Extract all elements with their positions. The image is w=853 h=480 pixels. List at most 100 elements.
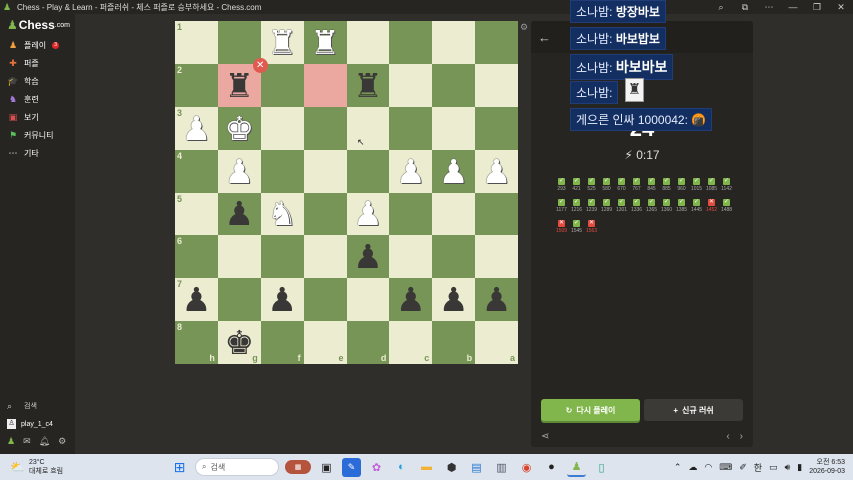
puzzle-result[interactable]: ✓ 1142 [719, 178, 734, 195]
white-pawn-icon[interactable]: ♟ [225, 155, 255, 188]
board-square[interactable]: ♟ [432, 149, 476, 193]
app-blue-icon[interactable]: ✎ [342, 457, 361, 477]
board-square[interactable]: ♟ [217, 149, 261, 193]
chevron-left-icon[interactable]: ‹ [726, 431, 729, 442]
board-square[interactable]: f [260, 321, 304, 364]
wifi-icon[interactable]: ◠ [704, 462, 712, 473]
puzzle-result[interactable]: ✓ 1336 [629, 199, 644, 216]
board-square[interactable] [475, 106, 518, 150]
board-square[interactable] [475, 235, 518, 279]
board-square[interactable]: ♟ [389, 278, 433, 322]
board-square[interactable]: ♞ [260, 192, 304, 236]
app-gray-icon[interactable]: ▥ [492, 458, 511, 477]
puzzle-result[interactable]: ✓ 1177 [554, 199, 569, 216]
board-square[interactable] [303, 149, 347, 193]
black-pawn-icon[interactable]: ♟ [482, 283, 512, 316]
white-pawn-icon[interactable]: ♟ [396, 155, 426, 188]
pawn-icon[interactable]: ♟ [7, 436, 15, 447]
white-rook-icon[interactable]: ♜ [267, 26, 297, 59]
board-settings-gear-icon[interactable]: ⚙ [520, 22, 528, 33]
new-rush-button[interactable]: + 신규 러쉬 [644, 399, 743, 421]
sidebar-user[interactable]: ♙ play_1_c4 [0, 416, 75, 432]
board-square[interactable] [217, 21, 261, 64]
app-dark-icon[interactable]: ⬢ [442, 458, 461, 477]
puzzle-result[interactable]: ✓ 1015 [689, 178, 704, 195]
black-rook-icon[interactable]: ♜ [353, 69, 383, 102]
puzzle-result[interactable]: ✓ 1216 [569, 199, 584, 216]
sidebar-item-community[interactable]: ⚑ 커뮤니티 [0, 126, 75, 144]
battery-icon[interactable]: ▮ [797, 462, 802, 473]
ime-indicator[interactable]: 한 [754, 461, 762, 474]
board-square[interactable]: 7 ♟ [175, 278, 218, 322]
maximize-button[interactable]: ❐ [805, 2, 829, 13]
board-square[interactable] [346, 149, 390, 193]
search-icon[interactable]: ⌕ [709, 2, 733, 13]
board-square[interactable] [260, 106, 304, 150]
board-square[interactable]: 2 [175, 63, 218, 107]
board-square[interactable] [303, 192, 347, 236]
puzzle-result[interactable]: ✓ 845 [644, 178, 659, 195]
puzzle-result[interactable]: ✓ 1289 [599, 199, 614, 216]
puzzle-result[interactable]: ✓ 293 [554, 178, 569, 195]
board-square[interactable]: ♟ [475, 278, 518, 322]
board-square[interactable] [217, 235, 261, 279]
white-pawn-icon[interactable]: ♟ [482, 155, 512, 188]
task-view-icon[interactable]: ▣ [317, 458, 336, 477]
edge-icon[interactable]: ◐ [392, 458, 411, 477]
board-square[interactable]: ♟ [217, 192, 261, 236]
white-king-icon[interactable]: ♚ [225, 112, 255, 145]
puzzle-result[interactable]: ✓ 960 [674, 178, 689, 195]
board-square[interactable] [260, 235, 304, 279]
puzzle-result[interactable]: ✕ 1509 [554, 220, 569, 237]
board-square[interactable]: 8h [175, 321, 218, 364]
board-square[interactable] [346, 278, 390, 322]
white-rook-icon[interactable]: ♜ [310, 26, 340, 59]
white-knight-icon[interactable]: ♞ [267, 197, 297, 230]
board-square[interactable]: b [432, 321, 476, 364]
board-square[interactable]: 5 [175, 192, 218, 236]
black-pawn-icon[interactable]: ♟ [267, 283, 297, 316]
extensions-icon[interactable]: ⧉ [733, 2, 757, 13]
board-square[interactable] [303, 278, 347, 322]
chevron-up-icon[interactable]: ⌃ [674, 462, 682, 473]
sidebar-item-more[interactable]: ⋯ 기타 [0, 144, 75, 162]
board-square[interactable]: e [303, 321, 347, 364]
puzzle-result[interactable]: ✓ 767 [629, 178, 644, 195]
black-king-icon[interactable]: ♚ [225, 326, 255, 359]
puzzle-result[interactable]: ✕ 1563 [584, 220, 599, 237]
board-square[interactable]: ♚ [217, 106, 261, 150]
board-square[interactable]: 4 [175, 149, 218, 193]
board-square[interactable] [346, 106, 390, 150]
clock[interactable]: 오전 6:53 2026-09-03 [809, 458, 845, 476]
black-pawn-icon[interactable]: ♟ [182, 283, 212, 316]
board-square[interactable]: ♜ [260, 21, 304, 64]
puzzle-result[interactable]: ✓ 1445 [689, 199, 704, 216]
search-highlight-icon[interactable]: ▦ [285, 460, 311, 474]
board-square[interactable] [217, 278, 261, 322]
board-square[interactable]: ♟ [475, 149, 518, 193]
minimize-button[interactable]: — [781, 2, 805, 12]
board-square[interactable]: ♟ [346, 192, 390, 236]
board-square[interactable] [389, 235, 433, 279]
black-pawn-icon[interactable]: ♟ [396, 283, 426, 316]
board-square[interactable] [303, 63, 347, 107]
board-square[interactable] [475, 21, 518, 64]
sidebar-item-watch[interactable]: ▣ 보기 [0, 108, 75, 126]
board-square[interactable] [389, 21, 433, 64]
puzzle-result[interactable]: ✓ 885 [659, 178, 674, 195]
board-square[interactable] [346, 21, 390, 64]
white-pawn-icon[interactable]: ♟ [439, 155, 469, 188]
board-square[interactable]: ♜ [346, 63, 390, 107]
board-square[interactable]: g ♚ [217, 321, 261, 364]
black-pawn-icon[interactable]: ♟ [353, 240, 383, 273]
puzzle-result[interactable]: ✓ 670 [614, 178, 629, 195]
pen-icon[interactable]: ✐ [739, 462, 747, 473]
gear-icon[interactable]: ⚙ [58, 436, 66, 447]
chrome-icon[interactable]: ◉ [517, 458, 536, 477]
puzzle-result[interactable]: ✓ 1488 [719, 199, 734, 216]
start-icon[interactable]: ⊞ [170, 458, 189, 477]
chevron-right-icon[interactable]: › [740, 431, 743, 442]
notes-app-icon[interactable]: ▯ [592, 458, 611, 477]
puzzle-result[interactable]: ✓ 1360 [659, 199, 674, 216]
sidebar-item-learn[interactable]: 🎓 학습 [0, 72, 75, 90]
